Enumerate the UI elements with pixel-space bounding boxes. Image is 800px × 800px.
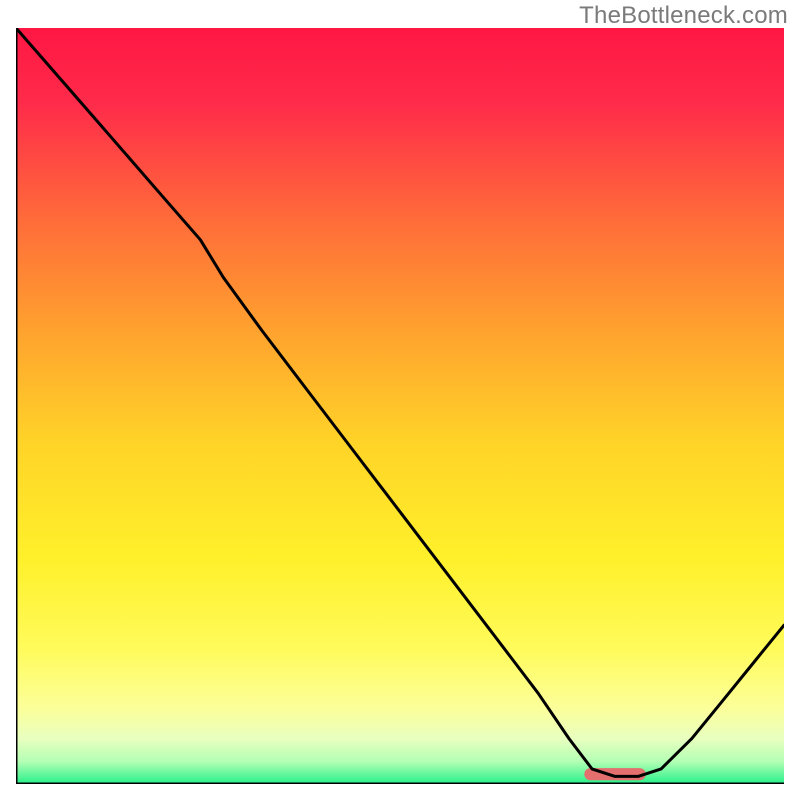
chart-svg: [16, 28, 784, 784]
watermark-text: TheBottleneck.com: [579, 2, 788, 30]
plot-background: [16, 28, 784, 784]
chart-container: [16, 28, 784, 784]
